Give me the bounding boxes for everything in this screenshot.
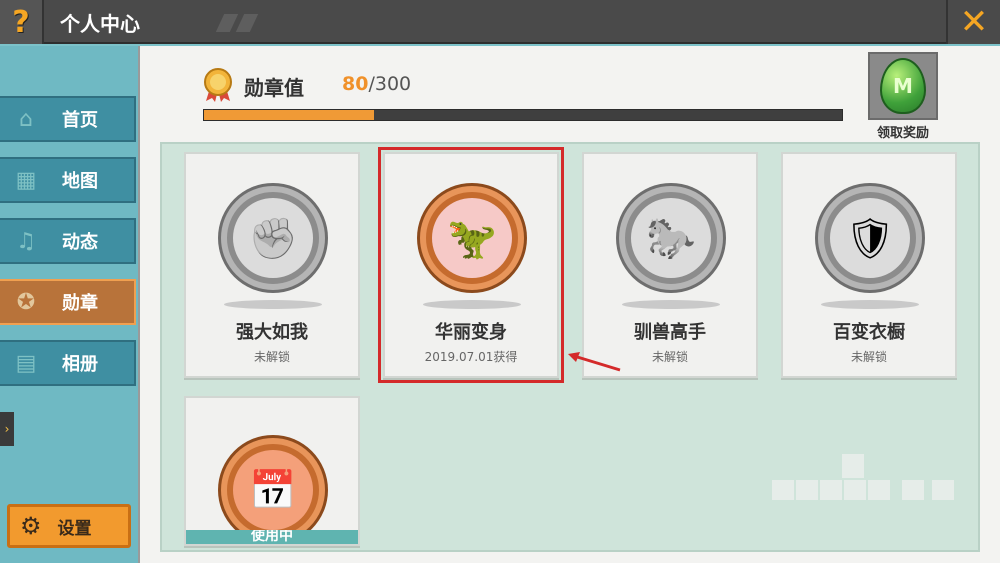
badge-shadow xyxy=(423,300,521,309)
gear-icon: ⚙ xyxy=(20,512,42,540)
watermark-blur xyxy=(772,454,982,504)
sidebar: ⌂ 首页 ▦ 地图 ♫ 动态 ✪ 勋章 ▤ 相册 › ⚙ 设置 xyxy=(0,46,138,563)
bell-icon: ♫ xyxy=(16,228,36,254)
badge-status: 未解锁 xyxy=(253,350,290,364)
stripe-decoration xyxy=(215,14,239,32)
badge-locked-icon: 🐎 xyxy=(619,186,723,290)
badge-status: 2019.07.01获得 xyxy=(424,350,518,364)
sidebar-item-label: 首页 xyxy=(62,110,98,131)
medal-progress-fill xyxy=(204,110,375,120)
badge-shadow xyxy=(821,300,919,309)
sidebar-item-label: 地图 xyxy=(62,171,98,192)
home-icon: ⌂ xyxy=(19,106,33,132)
sidebar-collapse-tab[interactable]: › xyxy=(0,412,14,446)
badge-name: 驯兽高手 xyxy=(634,322,706,343)
personal-center-window: ? 个人中心 ✕ ⌂ 首页 ▦ 地图 ♫ 动态 ✪ 勋章 ▤ 相册 › ⚙ 设置… xyxy=(0,0,1000,563)
sidebar-item-label: 勋章 xyxy=(62,293,98,314)
badge-shadow xyxy=(622,300,720,309)
sidebar-item-map[interactable]: ▦ 地图 xyxy=(0,157,136,203)
medal-value-max: /300 xyxy=(368,73,412,95)
badge-card-highlighted[interactable]: 🦖 华丽变身 2019.07.01获得 xyxy=(378,147,564,383)
close-icon: ✕ xyxy=(959,2,989,42)
badge-card[interactable]: 🐎 驯兽高手 未解锁 xyxy=(582,152,758,378)
claim-reward-label: 领取奖励 xyxy=(876,126,929,141)
stripe-decoration xyxy=(235,14,259,32)
window-title: 个人中心 xyxy=(60,12,140,36)
title-bar: ? 个人中心 ✕ xyxy=(0,0,1000,44)
close-button[interactable]: ✕ xyxy=(946,0,1000,44)
horse-rider-icon: 🐎 xyxy=(646,215,696,262)
reward-egg-frame: M xyxy=(868,52,938,120)
badge-unlocked-icon: 📅 xyxy=(221,438,325,542)
badge-locked-icon: ✊ xyxy=(221,186,325,290)
help-button[interactable]: ? xyxy=(0,0,44,44)
armor-icon: 🛡 xyxy=(844,215,896,262)
sidebar-item-activity[interactable]: ♫ 动态 xyxy=(0,218,136,264)
map-icon: ▦ xyxy=(15,167,37,193)
sidebar-item-album[interactable]: ▤ 相册 xyxy=(0,340,136,386)
medal-value-label: 勋章值 xyxy=(244,76,304,100)
badge-status: 未解锁 xyxy=(850,350,887,364)
in-use-label: 使用中 xyxy=(186,530,358,544)
badge-unlocked-icon: 🦖 xyxy=(420,186,524,290)
medal-value-icon xyxy=(204,68,232,102)
medal-icon: ✪ xyxy=(16,289,36,315)
badge-card-in-use[interactable]: 📅 使用中 xyxy=(184,396,360,546)
help-icon: ? xyxy=(12,4,30,40)
settings-button[interactable]: ⚙ 设置 xyxy=(7,504,131,548)
badge-name: 华丽变身 xyxy=(435,322,507,343)
badge-name: 强大如我 xyxy=(236,322,308,343)
calendar-icon: 📅 xyxy=(249,467,297,512)
reward-egg-icon: M xyxy=(880,58,926,114)
badge-card[interactable]: 🛡 百变衣橱 未解锁 xyxy=(781,152,957,378)
medal-value-count: 80/300 xyxy=(342,73,411,95)
claim-reward-button[interactable]: M 领取奖励 xyxy=(868,52,938,142)
sidebar-item-home[interactable]: ⌂ 首页 xyxy=(0,96,136,142)
annotation-arrow-icon xyxy=(568,352,621,372)
badge-shadow xyxy=(224,300,322,309)
badge-name: 百变衣橱 xyxy=(833,322,905,343)
settings-label: 设置 xyxy=(57,518,92,539)
medal-progress-bar xyxy=(203,109,843,121)
badge-locked-icon: 🛡 xyxy=(818,186,922,290)
chevron-right-icon: › xyxy=(4,422,10,436)
medal-value-current: 80 xyxy=(342,73,369,95)
dinosaur-costume-icon: 🦖 xyxy=(447,215,497,262)
album-icon: ▤ xyxy=(15,350,37,376)
badge-card[interactable]: ✊ 强大如我 未解锁 xyxy=(184,152,360,378)
sidebar-item-label: 动态 xyxy=(62,232,98,253)
sidebar-item-label: 相册 xyxy=(62,354,98,375)
medal-panel: 勋章值 80/300 M 领取奖励 ✊ 强大如我 未解锁 🦖 华丽变身 2019… xyxy=(138,46,1000,563)
fist-icon: ✊ xyxy=(248,215,298,262)
sidebar-item-medals[interactable]: ✪ 勋章 xyxy=(0,279,136,325)
